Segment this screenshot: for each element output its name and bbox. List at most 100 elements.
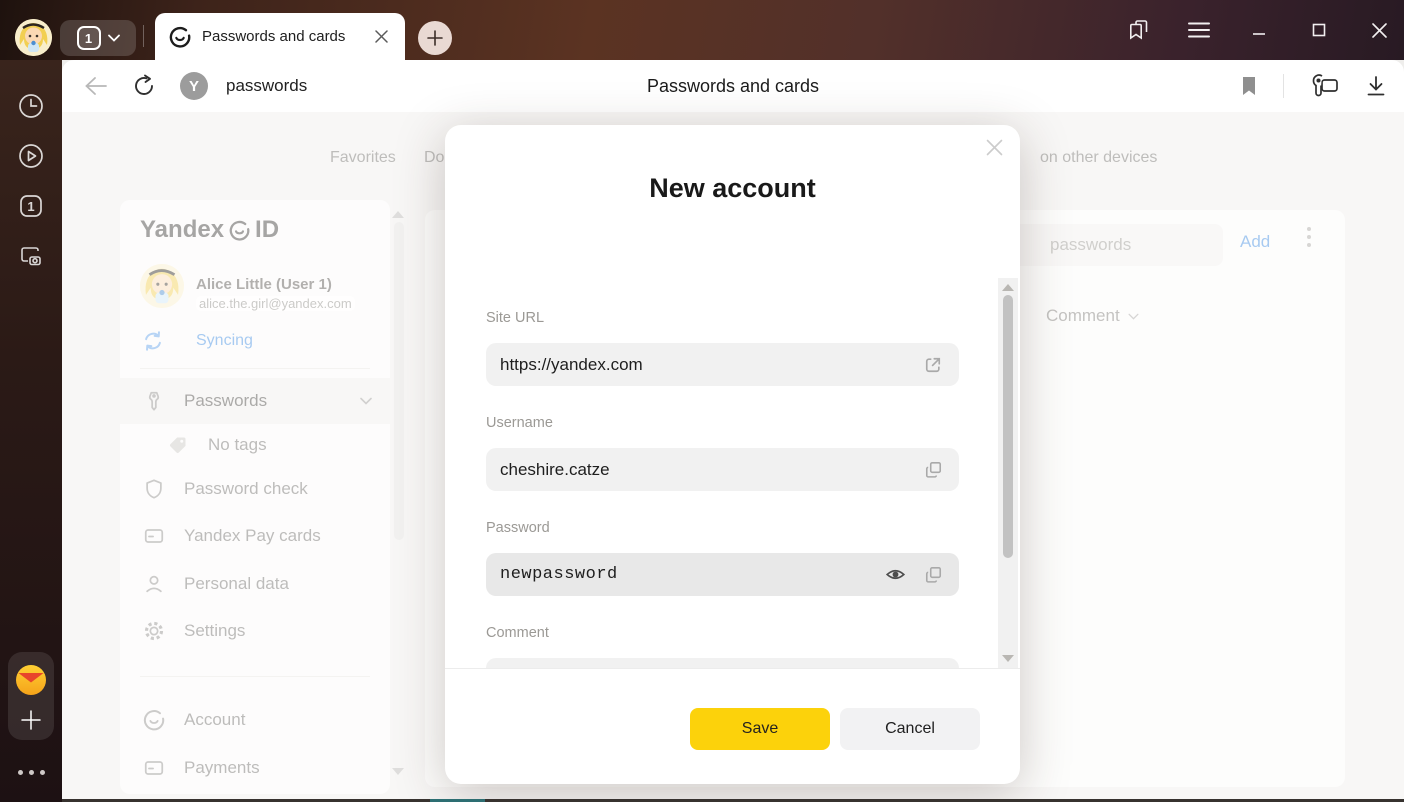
sync-icon bbox=[142, 330, 164, 352]
plus-icon bbox=[427, 30, 443, 46]
dialog-close-icon[interactable] bbox=[982, 135, 1006, 159]
tag-icon bbox=[166, 435, 190, 455]
scroll-up-icon[interactable] bbox=[1002, 284, 1014, 291]
person-icon bbox=[142, 573, 166, 595]
page-tab-downloads-partial[interactable]: Do bbox=[424, 149, 444, 167]
username-field[interactable]: cheshire.catze bbox=[486, 448, 959, 491]
shield-icon bbox=[142, 478, 166, 500]
site-url-value: https://yandex.com bbox=[500, 355, 907, 375]
username-label: Username bbox=[486, 415, 553, 431]
sidebar-item-yandex-pay-cards[interactable]: Yandex Pay cards bbox=[120, 513, 390, 559]
dialog-title: New account bbox=[445, 173, 1020, 204]
profile-switcher[interactable]: 1 bbox=[60, 20, 136, 56]
yandex-mail-icon[interactable] bbox=[0, 658, 62, 702]
sidebar-item-label: Account bbox=[184, 710, 245, 730]
copy-icon[interactable] bbox=[921, 563, 945, 587]
add-password-button[interactable]: Add bbox=[1240, 232, 1270, 252]
download-icon[interactable] bbox=[1366, 75, 1386, 97]
passwords-sidebar: Yandex ID Alice Little (User 1 bbox=[120, 200, 390, 794]
divider bbox=[140, 368, 370, 369]
card-icon bbox=[142, 525, 166, 547]
user-name: Alice Little (User 1) bbox=[196, 276, 332, 293]
eye-icon[interactable] bbox=[883, 563, 907, 587]
password-manager-icon[interactable] bbox=[1310, 73, 1340, 99]
page-tab-favorites[interactable]: Favorites bbox=[330, 149, 396, 167]
menu-icon[interactable] bbox=[1186, 17, 1212, 43]
key-icon bbox=[142, 390, 166, 412]
profile-count-badge: 1 bbox=[77, 26, 101, 50]
rail-plus-icon[interactable] bbox=[0, 698, 62, 742]
chevron-down-icon bbox=[108, 34, 120, 42]
site-url-label: Site URL bbox=[486, 310, 544, 326]
collections-icon[interactable] bbox=[1126, 17, 1152, 43]
screenshot-icon[interactable] bbox=[0, 234, 62, 278]
chevron-down-icon bbox=[1128, 313, 1139, 320]
save-button[interactable]: Save bbox=[690, 708, 830, 750]
maximize-button[interactable] bbox=[1306, 17, 1332, 43]
dialog-body: Site URL https://yandex.com Username che… bbox=[445, 278, 1020, 668]
sync-status: Syncing bbox=[196, 332, 253, 350]
more-menu-icon[interactable] bbox=[1307, 227, 1311, 247]
sidebar-item-password-check[interactable]: Password check bbox=[120, 466, 390, 512]
page-title: Passwords and cards bbox=[62, 76, 1404, 97]
comment-column-label: Comment bbox=[1046, 306, 1120, 326]
sidebar-item-passwords[interactable]: Passwords bbox=[120, 378, 390, 424]
bookmark-icon[interactable] bbox=[1241, 76, 1257, 96]
sidebar-item-label: No tags bbox=[208, 435, 267, 455]
password-label: Password bbox=[486, 520, 550, 536]
copy-icon[interactable] bbox=[921, 458, 945, 482]
sidebar-scroll-down-icon[interactable] bbox=[392, 768, 404, 775]
sidebar-item-label: Personal data bbox=[184, 574, 289, 594]
password-field[interactable]: newpassword bbox=[486, 553, 959, 596]
dialog-scrollbar bbox=[998, 278, 1018, 668]
tab-count: 1 bbox=[27, 199, 34, 214]
scroll-down-icon[interactable] bbox=[1002, 655, 1014, 662]
profile-count: 1 bbox=[85, 31, 92, 46]
yandex-id-smile-icon bbox=[229, 220, 250, 241]
divider bbox=[140, 676, 370, 677]
sidebar-item-account[interactable]: Account bbox=[120, 697, 390, 743]
gear-icon bbox=[142, 620, 166, 642]
divider bbox=[143, 25, 144, 47]
tab-title: Passwords and cards bbox=[202, 28, 360, 45]
cancel-button[interactable]: Cancel bbox=[840, 708, 980, 750]
yandex-id-icon bbox=[169, 26, 191, 48]
divider bbox=[1283, 74, 1284, 98]
page-tab-other-devices-partial[interactable]: on other devices bbox=[1040, 149, 1157, 167]
minimize-button[interactable] bbox=[1246, 17, 1272, 43]
title-bar: 1 Passwords and cards bbox=[0, 0, 1404, 60]
logo-yandex: Yandex bbox=[140, 216, 224, 244]
more-options-icon[interactable] bbox=[0, 762, 62, 782]
side-rail: 1 bbox=[0, 60, 62, 802]
site-url-field[interactable]: https://yandex.com bbox=[486, 343, 959, 386]
tab-passwords-and-cards[interactable]: Passwords and cards bbox=[155, 13, 405, 60]
sidebar-item-label: Yandex Pay cards bbox=[184, 526, 321, 546]
comment-column-header[interactable]: Comment bbox=[1046, 306, 1139, 326]
new-account-dialog: New account Site URL https://yandex.com … bbox=[445, 125, 1020, 784]
sidebar-item-no-tags[interactable]: No tags bbox=[120, 422, 390, 468]
profile-avatar[interactable] bbox=[15, 19, 52, 56]
password-value: newpassword bbox=[500, 565, 869, 584]
tab-close-icon[interactable] bbox=[371, 27, 391, 47]
sidebar-scroll-up-icon[interactable] bbox=[392, 211, 404, 218]
sidebar-item-label: Passwords bbox=[184, 391, 267, 411]
new-tab-button[interactable] bbox=[418, 21, 452, 55]
close-button[interactable] bbox=[1366, 17, 1392, 43]
sync-status-row[interactable]: Syncing bbox=[142, 330, 253, 352]
sidebar-item-personal-data[interactable]: Personal data bbox=[120, 561, 390, 607]
tab-count-button[interactable]: 1 bbox=[0, 184, 62, 228]
sidebar-item-label: Payments bbox=[184, 758, 260, 778]
history-icon[interactable] bbox=[0, 84, 62, 128]
dialog-scrollbar-thumb[interactable] bbox=[1003, 295, 1013, 558]
user-avatar bbox=[140, 264, 184, 308]
sidebar-item-settings[interactable]: Settings bbox=[120, 608, 390, 654]
open-in-new-icon[interactable] bbox=[921, 353, 945, 377]
account-smile-icon bbox=[142, 709, 166, 731]
sidebar-item-label: Password check bbox=[184, 479, 308, 499]
dialog-footer: Save Cancel bbox=[445, 668, 1020, 784]
media-play-icon[interactable] bbox=[0, 134, 62, 178]
comment-field[interactable] bbox=[486, 658, 959, 668]
comment-label: Comment bbox=[486, 625, 549, 641]
sidebar-item-payments[interactable]: Payments bbox=[120, 745, 390, 791]
sidebar-scrollbar-thumb[interactable] bbox=[394, 222, 404, 540]
